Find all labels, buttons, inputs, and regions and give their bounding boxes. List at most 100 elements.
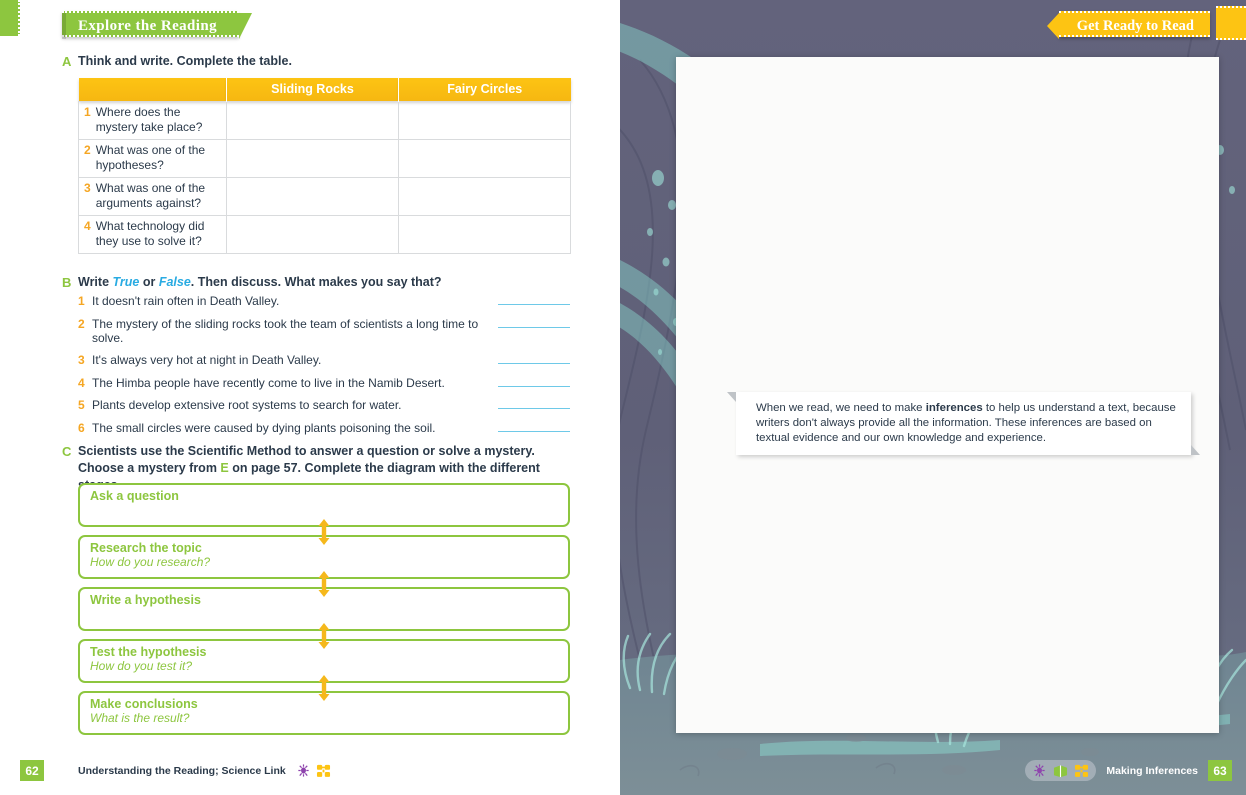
table-row: 1 Where does the mystery take place? — [79, 101, 571, 139]
left-page-footer: 62 Understanding the Reading; Science Li… — [20, 760, 331, 781]
science-bug-icon — [1032, 763, 1047, 778]
table-col-fairy-circles: Fairy Circles — [399, 78, 571, 101]
page-number-right: 63 — [1208, 760, 1232, 781]
item-number: 6 — [78, 421, 92, 435]
footer-icons-left — [296, 763, 331, 778]
table-col-sliding-rocks: Sliding Rocks — [227, 78, 399, 101]
section-a-instruction: Think and write. Complete the table. — [78, 53, 582, 70]
answer-blank-4[interactable] — [498, 376, 570, 387]
true-word: True — [113, 275, 140, 289]
cell-sliding-rocks-1[interactable] — [227, 101, 399, 139]
inst-post: . Then discuss. What makes you say that? — [191, 275, 442, 289]
table-question-cell: 3 What was one of the arguments against? — [79, 177, 227, 215]
table-row: 4 What technology did they use to solve i… — [79, 215, 571, 253]
row-number: 1 — [84, 105, 91, 120]
double-arrow-icon-2 — [319, 571, 330, 597]
list-item: 5 Plants develop extensive root systems … — [78, 398, 570, 412]
scientific-method-diagram: Ask a question Research the topic How do… — [78, 483, 570, 743]
row-question: What technology did they use to solve it… — [96, 219, 221, 249]
row-number: 4 — [84, 219, 91, 234]
table-header-row: Sliding Rocks Fairy Circles — [79, 78, 571, 101]
cell-fairy-circles-2[interactable] — [399, 139, 571, 177]
list-item: 1 It doesn't rain often in Death Valley. — [78, 294, 570, 308]
book-spread: Explore the Reading A Think and write. C… — [0, 0, 1246, 795]
edge-tab-right — [1216, 6, 1246, 40]
table-question-cell: 1 Where does the mystery take place? — [79, 101, 227, 139]
double-arrow-icon-1 — [319, 519, 330, 545]
mystery-comparison-table: Sliding Rocks Fairy Circles 1 Where does … — [78, 78, 571, 254]
table-row: 2 What was one of the hypotheses? — [79, 139, 571, 177]
cell-fairy-circles-1[interactable] — [399, 101, 571, 139]
inst-mid: or — [139, 275, 158, 289]
false-word: False — [159, 275, 191, 289]
science-bug-icon — [296, 763, 311, 778]
cell-fairy-circles-4[interactable] — [399, 215, 571, 253]
list-item: 3 It's always very hot at night in Death… — [78, 353, 570, 367]
row-number: 3 — [84, 181, 91, 196]
row-question: Where does the mystery take place? — [96, 105, 221, 135]
section-a-heading: A Think and write. Complete the table. — [62, 53, 582, 71]
inst-part2: on page — [229, 461, 284, 475]
step-title: Ask a question — [90, 489, 558, 503]
answer-blank-2[interactable] — [498, 317, 570, 328]
answer-blank-6[interactable] — [498, 421, 570, 432]
callout-fold-top-left — [727, 392, 736, 402]
book-icon — [1053, 764, 1068, 778]
double-arrow-icon-3 — [319, 623, 330, 649]
item-text: It's always very hot at night in Death V… — [92, 353, 490, 367]
answer-blank-5[interactable] — [498, 398, 570, 409]
right-page-footer: Making Inferences 63 — [1025, 760, 1232, 781]
answer-blank-1[interactable] — [498, 294, 570, 305]
left-page: Explore the Reading A Think and write. C… — [0, 0, 620, 795]
cell-sliding-rocks-2[interactable] — [227, 139, 399, 177]
item-text: The Himba people have recently come to l… — [92, 376, 490, 390]
section-a-letter: A — [62, 53, 78, 71]
item-number: 1 — [78, 294, 92, 308]
step-subtitle: How do you test it? — [90, 659, 558, 673]
cell-sliding-rocks-4[interactable] — [227, 215, 399, 253]
step-subtitle: How do you research? — [90, 555, 558, 569]
item-text: Plants develop extensive root systems to… — [92, 398, 490, 412]
footer-icons-right — [1025, 760, 1096, 781]
item-number: 4 — [78, 376, 92, 390]
item-text: The mystery of the sliding rocks took th… — [92, 317, 490, 345]
table-row: 3 What was one of the arguments against? — [79, 177, 571, 215]
inference-callout-box: When we read, we need to make inferences… — [736, 392, 1191, 455]
section-b-heading: B Write True or False. Then discuss. Wha… — [62, 274, 582, 292]
get-ready-to-read-banner: Get Ready to Read — [1059, 11, 1210, 37]
table-question-cell: 2 What was one of the hypotheses? — [79, 139, 227, 177]
explore-the-reading-banner: Explore the Reading — [62, 11, 239, 37]
right-page: Get Ready to Read A Read and make infere… — [620, 0, 1246, 795]
table-question-cell: 4 What technology did they use to solve i… — [79, 215, 227, 253]
section-b-instruction: Write True or False. Then discuss. What … — [78, 274, 582, 291]
cell-fairy-circles-3[interactable] — [399, 177, 571, 215]
section-c-letter: C — [62, 443, 78, 461]
callout-pre: When we read, we need to make — [756, 402, 926, 414]
section-b-letter: B — [62, 274, 78, 292]
step-subtitle: What is the result? — [90, 711, 558, 725]
footer-label-right: Making Inferences — [1106, 765, 1198, 777]
answer-blank-3[interactable] — [498, 353, 570, 364]
double-arrow-icon-4 — [319, 675, 330, 701]
list-item: 2 The mystery of the sliding rocks took … — [78, 317, 570, 345]
row-question: What was one of the hypotheses? — [96, 143, 221, 173]
item-number: 5 — [78, 398, 92, 412]
cell-sliding-rocks-3[interactable] — [227, 177, 399, 215]
footer-label-left: Understanding the Reading; Science Link — [78, 765, 286, 777]
item-text: It doesn't rain often in Death Valley. — [92, 294, 490, 308]
row-question: What was one of the arguments against? — [96, 181, 221, 211]
page-ref-57: 57 — [284, 461, 298, 475]
edge-tab-left — [0, 0, 20, 36]
callout-fold-bottom-right — [1191, 445, 1200, 455]
list-item: 6 The small circles were caused by dying… — [78, 421, 570, 435]
inst-pre: Write — [78, 275, 113, 289]
puzzle-icon — [1074, 764, 1089, 778]
list-item: 4 The Himba people have recently come to… — [78, 376, 570, 390]
true-false-list: 1 It doesn't rain often in Death Valley.… — [78, 294, 570, 443]
table-col-blank — [79, 78, 227, 101]
item-text: The small circles were caused by dying p… — [92, 421, 490, 435]
row-number: 2 — [84, 143, 91, 158]
item-number: 2 — [78, 317, 92, 331]
exercise-ref-e: E — [220, 461, 228, 475]
page-number-left: 62 — [20, 760, 44, 781]
